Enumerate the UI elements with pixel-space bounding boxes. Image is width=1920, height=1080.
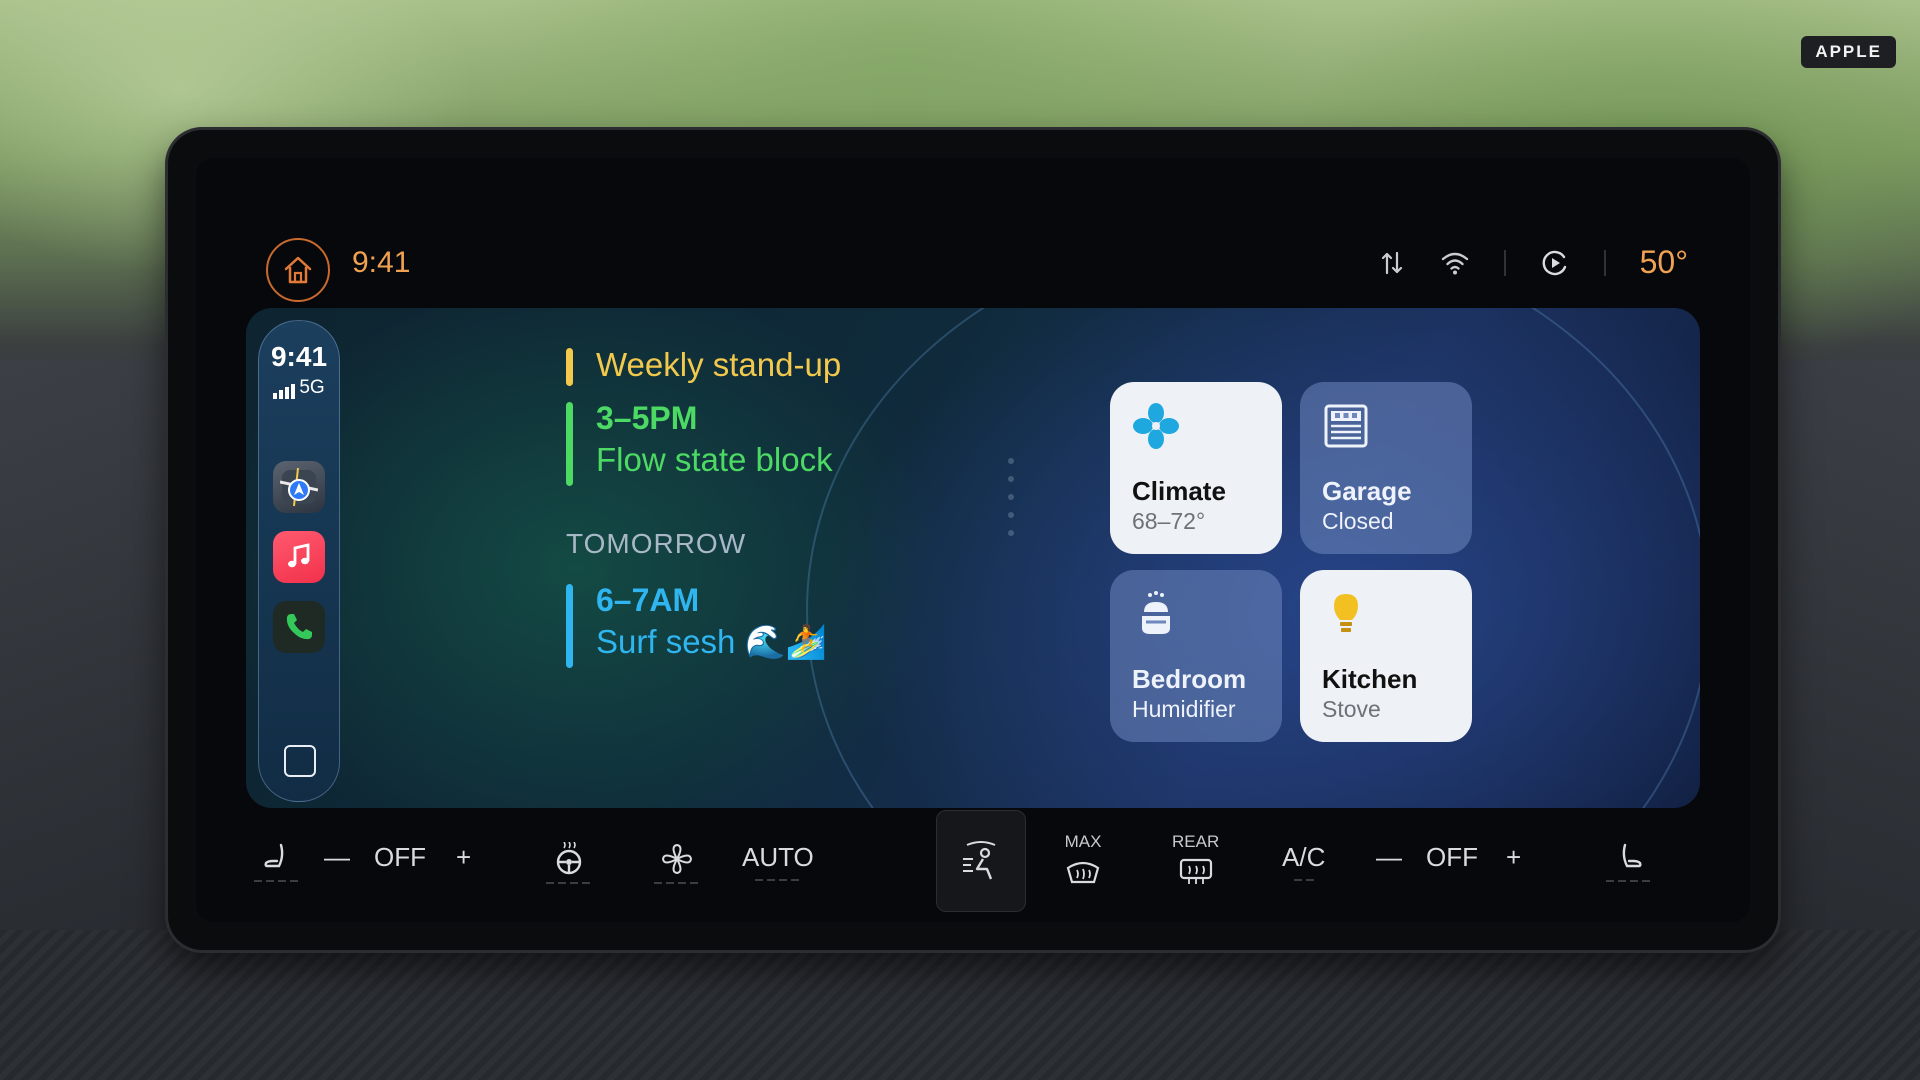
status-divider (1503, 249, 1506, 276)
dock-app-music[interactable] (273, 531, 325, 583)
steering-heat-button[interactable] (546, 842, 592, 884)
passenger-temp-minus[interactable]: — (1376, 842, 1402, 873)
status-bar: 9:41 50° (196, 158, 1750, 302)
event-title: Flow state block (596, 441, 833, 478)
status-divider (1603, 249, 1606, 276)
tile-state: Humidifier (1132, 696, 1236, 722)
rear-label: REAR (1172, 832, 1220, 851)
carplay-dock: 9:41 5G (258, 320, 340, 802)
event-time: 6–7AM (596, 582, 700, 618)
front-defrost-icon (1066, 861, 1100, 884)
calendar-event[interactable]: 6–7AM Surf sesh 🌊🏄 (566, 582, 827, 668)
dashboard-toggle-button[interactable] (284, 745, 316, 777)
dock-network-status: 5G (259, 377, 339, 399)
status-clock: 9:41 (352, 246, 411, 279)
home-tile-kitchen[interactable]: Kitchen Stove (1300, 570, 1472, 742)
tile-state: 68–72° (1132, 508, 1206, 534)
humidifier-icon (1142, 591, 1170, 634)
level-indicator (254, 880, 300, 882)
home-tile-bedroom[interactable]: Bedroom Humidifier (1110, 570, 1282, 742)
stove-icon (1334, 594, 1358, 632)
dashboard-bottom (0, 930, 1920, 1080)
calendar-event[interactable]: 3–5PM Flow state block (566, 400, 833, 486)
display-bezel: 9:41 50° 9:41 5G Weekly stand-up 3–5PM F… (168, 130, 1778, 950)
outside-temperature: 50° (1639, 244, 1688, 280)
driver-temp-plus[interactable]: + (456, 842, 471, 873)
passenger-temp-plus[interactable]: + (1506, 842, 1521, 873)
maps-icon (280, 468, 318, 506)
ac-button[interactable]: A/C (1282, 842, 1325, 881)
event-title: Surf sesh 🌊🏄 (596, 623, 827, 660)
max-label: MAX (1064, 832, 1102, 851)
auto-label: AUTO (742, 842, 814, 872)
level-indicator (654, 882, 700, 884)
data-transfer-icon (1381, 251, 1402, 274)
driver-temp-minus[interactable]: — (324, 842, 350, 873)
carplay-icon[interactable] (1540, 248, 1570, 278)
driver-temp-value: OFF (374, 842, 426, 872)
tile-name: Kitchen (1322, 664, 1418, 694)
brand-badge: APPLE (1801, 36, 1896, 68)
fan-icon (661, 843, 693, 875)
event-color-bar (566, 348, 573, 386)
passenger-seat-heat-button[interactable] (1606, 842, 1652, 882)
phone-icon (286, 614, 312, 640)
widget-page-indicator (1008, 458, 1014, 578)
tile-state: Closed (1322, 508, 1394, 534)
carplay-dashboard: 9:41 5G Weekly stand-up 3–5PM Flow state… (246, 308, 1700, 808)
event-color-bar (566, 402, 573, 486)
tile-name: Bedroom (1132, 664, 1247, 694)
garage-door-icon (1324, 404, 1368, 448)
seat-icon (1622, 843, 1642, 868)
calendar-event[interactable]: Weekly stand-up (566, 346, 842, 386)
music-icon (288, 543, 310, 568)
climate-control-bar: — OFF + AUTO MAX REAR A/C — OFF + (196, 810, 1750, 922)
seat-icon (264, 843, 284, 868)
level-indicator (1606, 880, 1652, 882)
auto-climate-button[interactable]: AUTO (742, 842, 814, 881)
fan-icon (1133, 403, 1179, 449)
event-time: 3–5PM (596, 400, 698, 436)
home-tile-garage[interactable]: Garage Closed (1300, 382, 1472, 554)
network-type: 5G (299, 377, 325, 398)
level-indicator (546, 882, 592, 884)
tile-name: Climate (1132, 476, 1226, 506)
home-button[interactable] (266, 238, 330, 302)
rear-defrost-icon (1179, 858, 1212, 884)
passenger-temp-value: OFF (1426, 842, 1478, 872)
airflow-occupant-icon (963, 841, 996, 880)
dock-app-maps[interactable] (273, 461, 325, 513)
signal-bars-icon (273, 384, 296, 399)
level-indicator (754, 879, 801, 881)
fan-speed-button[interactable] (654, 842, 700, 884)
calendar-widget[interactable]: Weekly stand-up 3–5PM Flow state block T… (566, 346, 986, 766)
event-color-bar (566, 584, 573, 668)
level-indicator (1293, 879, 1314, 881)
dock-clock: 9:41 (270, 341, 328, 372)
wifi-icon (1441, 252, 1468, 274)
driver-seat-heat-button[interactable] (254, 842, 300, 882)
event-title: Weekly stand-up (596, 346, 842, 383)
infotainment-screen: 9:41 50° 9:41 5G Weekly stand-up 3–5PM F… (196, 158, 1750, 922)
dock-app-phone[interactable] (273, 601, 325, 653)
home-icon (284, 256, 312, 284)
tile-state: Stove (1322, 696, 1381, 722)
airflow-mode-button[interactable] (936, 810, 1026, 912)
status-icons: 50° (1378, 244, 1688, 281)
ac-label: A/C (1282, 842, 1326, 872)
home-tile-climate[interactable]: Climate 68–72° (1110, 382, 1282, 554)
tile-name: Garage (1322, 476, 1412, 506)
max-defrost-button[interactable]: MAX (1064, 832, 1102, 886)
rear-defrost-button[interactable]: REAR (1172, 832, 1219, 886)
steering-wheel-heat-icon (556, 842, 582, 875)
tomorrow-label: TOMORROW (566, 528, 747, 559)
